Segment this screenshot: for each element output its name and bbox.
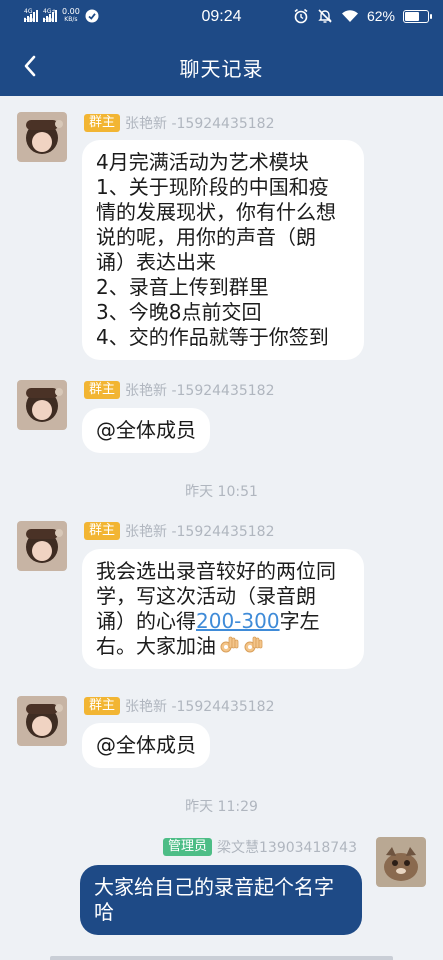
alarm-icon xyxy=(294,8,308,24)
avatar[interactable] xyxy=(376,837,426,887)
sender-meta: 群主 张艳新 -15924435182 xyxy=(84,113,275,133)
message-line: @全体成员 xyxy=(96,733,196,757)
battery-icon xyxy=(403,9,432,23)
owner-badge: 群主 xyxy=(84,114,121,132)
message-bubble[interactable]: 4月完满活动为艺术模块 1、关于现阶段的中国和疫 情的发展现状，你有什么想 说的… xyxy=(82,140,364,360)
message-line: 1、关于现阶段的中国和疫 xyxy=(96,175,329,199)
ok-hand-emoji xyxy=(244,636,263,653)
message-line: 我会选出录音较好的两位同 xyxy=(96,559,336,583)
message-line: @全体成员 xyxy=(96,418,196,442)
battery-percent: 62% xyxy=(366,8,395,24)
message-text: 诵）的心得 xyxy=(96,609,196,633)
status-right: 62% xyxy=(293,8,432,24)
avatar[interactable] xyxy=(17,696,67,746)
sender-meta: 群主 张艳新 -15924435182 xyxy=(84,380,275,400)
sender-meta: 群主 张艳新 -15924435182 xyxy=(84,696,275,716)
avatar[interactable] xyxy=(17,380,67,430)
timestamp: 昨天 11:29 xyxy=(185,799,258,815)
message-line: 学，写这次活动（录音朗 xyxy=(96,584,316,608)
message-line: 说的呢，用你的声音（朗 xyxy=(96,225,316,249)
bottom-toolbar-edge xyxy=(50,956,393,960)
my-message-bubble[interactable]: 大家给自己的录音起个名字 哈 xyxy=(80,865,362,935)
sender-meta: 管理员 梁文慧13903418743 xyxy=(163,837,357,857)
message-line: 2、录音上传到群里 xyxy=(96,275,269,299)
header-bar: 聊天记录 xyxy=(0,36,443,96)
mute-icon xyxy=(318,9,332,23)
sender-meta: 群主 张艳新 -15924435182 xyxy=(84,521,275,541)
sender-name: 张艳新 -15924435182 xyxy=(125,116,275,132)
message-line: 4月完满活动为艺术模块 xyxy=(96,150,309,174)
status-bar: 4G HD 4G+ HD 0.00 KB/s 09:24 62% xyxy=(0,0,443,36)
owner-badge: 群主 xyxy=(84,697,121,715)
avatar[interactable] xyxy=(17,112,67,162)
sender-name: 张艳新 -15924435182 xyxy=(125,699,275,715)
message-line: 3、今晚8点前交回 xyxy=(96,300,262,324)
page-title: 聊天记录 xyxy=(179,57,264,81)
message-text: 右。大家加油 xyxy=(96,634,216,658)
avatar[interactable] xyxy=(17,521,67,571)
owner-badge: 群主 xyxy=(84,522,121,540)
sender-name: 张艳新 -15924435182 xyxy=(125,524,275,540)
message-line: 情的发展现状，你有什么想 xyxy=(96,200,336,224)
message-line: 右。大家加油 xyxy=(96,634,350,659)
message-text: 字左 xyxy=(279,609,320,633)
message-bubble[interactable]: 我会选出录音较好的两位同 学，写这次活动（录音朗 诵）的心得200-300字左 … xyxy=(82,549,364,669)
admin-badge: 管理员 xyxy=(163,838,213,856)
message-bubble[interactable]: @全体成员 xyxy=(82,408,210,453)
message-bubble[interactable]: @全体成员 xyxy=(82,723,210,768)
message-line: 诵）的心得200-300字左 xyxy=(96,609,350,634)
wifi-icon xyxy=(341,10,358,22)
sender-name: 梁文慧13903418743 xyxy=(217,840,357,856)
sender-name: 张艳新 -15924435182 xyxy=(125,383,275,399)
owner-badge: 群主 xyxy=(84,381,121,399)
ok-hand-emoji xyxy=(220,636,239,653)
timestamp: 昨天 10:51 xyxy=(185,484,258,500)
message-line: 大家给自己的录音起个名字 xyxy=(94,875,334,899)
number-link[interactable]: 200-300 xyxy=(196,609,280,633)
message-line: 诵）表达出来 xyxy=(96,250,216,274)
message-line: 4、交的作品就等于你签到 xyxy=(96,325,329,349)
message-line: 哈 xyxy=(94,900,114,924)
